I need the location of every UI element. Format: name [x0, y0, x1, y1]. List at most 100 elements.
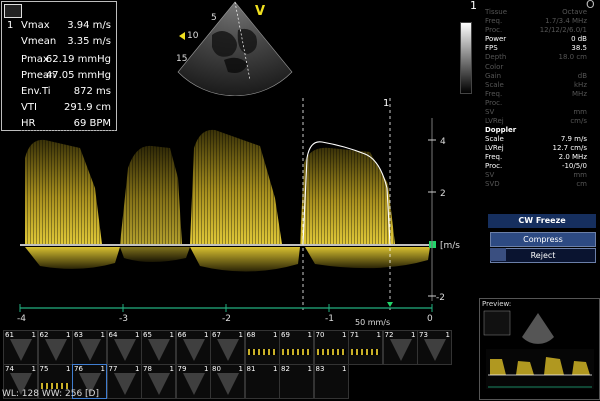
- thumbnail-71[interactable]: 71 1: [348, 330, 383, 365]
- thumbnail-frame-count: 1: [135, 365, 140, 373]
- param-label: LVRej: [485, 117, 504, 125]
- time-label: -1: [325, 314, 334, 324]
- thumbnail-number: 74: [5, 365, 14, 373]
- thumbnail-62[interactable]: 62 1: [37, 330, 73, 365]
- measurement-value: 3.35 m/s: [67, 36, 111, 47]
- doppler-section-title: Doppler: [485, 126, 517, 134]
- param-row: Proc. 12/12/2/6.0/1: [465, 26, 593, 35]
- param-label: Tissue: [485, 8, 508, 16]
- measurement-row: Pmean 47.05 mmHg: [7, 69, 115, 83]
- thumbnail-82[interactable]: 82 1: [279, 364, 314, 399]
- thumbnail-number: 69: [281, 331, 290, 339]
- thumbnail-number: 67: [212, 331, 221, 339]
- depth-scale-10: 10: [187, 31, 199, 41]
- measurement-row: Pmax 62.19 mmHg: [7, 53, 115, 67]
- thumbnail-73[interactable]: 73 1: [417, 330, 452, 365]
- sweep-speed: 50 mm/s: [355, 318, 390, 326]
- thumbnail-frame-count: 1: [238, 331, 243, 339]
- mode-marker: V: [255, 4, 266, 19]
- param-label: Depth: [485, 53, 507, 61]
- doppler-thumb-icon: [316, 349, 346, 355]
- thumbnail-81[interactable]: 81 1: [244, 364, 280, 399]
- time-label: 0: [427, 314, 433, 324]
- compress-button[interactable]: Compress: [490, 232, 596, 247]
- thumbnail-83[interactable]: 83 1: [313, 364, 349, 399]
- thumbnail-64[interactable]: 64 1: [106, 330, 142, 365]
- param-value: Octave: [562, 8, 587, 16]
- parameter-panel: 1 O Tissue Octave Freq. 1.7/3.4 MHz Proc. 1…: [460, 0, 600, 215]
- echo-thumb-icon: [10, 339, 32, 361]
- time-label: -4: [17, 314, 26, 324]
- thumbnail-70[interactable]: 70 1: [313, 330, 349, 365]
- thumbnail-61[interactable]: 61 1: [3, 330, 38, 365]
- thumbnail-number: 71: [350, 331, 359, 339]
- measurement-value: 62.19 mmHg: [45, 54, 111, 65]
- thumbnail-frame-count: 1: [411, 331, 416, 339]
- param-label: Power: [485, 35, 507, 43]
- thumbnail-number: 73: [419, 331, 428, 339]
- time-label: -3: [119, 314, 128, 324]
- param-row: Scale 7.9 m/s: [465, 135, 593, 144]
- time-cursor-icon: [387, 302, 393, 307]
- thumbnail-frame-count: 1: [169, 365, 174, 373]
- thumbnail-number: 82: [281, 365, 290, 373]
- thumbnail-number: 68: [246, 331, 256, 339]
- time-label: -2: [222, 314, 231, 324]
- param-row: Gain dB: [465, 72, 593, 81]
- thumbnail-number: 65: [143, 331, 152, 339]
- thumbnail-number: 75: [39, 365, 49, 373]
- param-row: SVD cm: [465, 180, 593, 189]
- thumbnail-frame-count: 1: [238, 365, 243, 373]
- echo-thumb-icon: [79, 339, 101, 361]
- thumbnail-number: 70: [315, 331, 325, 339]
- thumbnail-number: 66: [177, 331, 187, 339]
- param-label: Freq.: [485, 17, 503, 25]
- thumbnail-number: 81: [246, 365, 256, 373]
- param-value: kHz: [574, 81, 587, 89]
- doppler-spectrum: 4 2 -2 [m/s] 1 -4 -3 -2 -1 0 50 mm/s: [0, 88, 460, 326]
- caliper-label: 1: [383, 98, 389, 109]
- depth-scale-5: 5: [211, 13, 217, 23]
- reject-indicator: [490, 248, 506, 261]
- tick-label-neg2: -2: [436, 293, 445, 303]
- param-value: 1.7/3.4 MHz: [545, 17, 587, 25]
- thumbnail-72[interactable]: 72 1: [382, 330, 418, 365]
- param-label: Proc.: [485, 26, 503, 34]
- preview-image: [483, 310, 594, 389]
- reverse-flow: [25, 247, 430, 272]
- measurement-label: Vmax: [21, 20, 50, 31]
- param-row: Freq. 2.0 MHz: [465, 153, 593, 162]
- thumbnail-80[interactable]: 80 1: [210, 364, 245, 399]
- thumbnail-78[interactable]: 78 1: [141, 364, 176, 399]
- thumbnail-69[interactable]: 69 1: [279, 330, 314, 365]
- thumbnail-frame-count: 1: [204, 365, 209, 373]
- param-value: mm: [573, 108, 587, 116]
- thumbnail-68[interactable]: 68 1: [244, 330, 280, 365]
- tick-label-4: 4: [440, 137, 446, 147]
- thumbnail-number: 72: [384, 331, 394, 339]
- thumbnail-63[interactable]: 63 1: [72, 330, 107, 365]
- param-row: Depth 18.0 cm: [465, 53, 593, 62]
- param-value: dB: [577, 72, 587, 80]
- param-value: -10/5/0: [561, 162, 587, 170]
- thumbnail-65[interactable]: 65 1: [141, 330, 176, 365]
- param-row: Freq. 1.7/3.4 MHz: [465, 17, 593, 26]
- thumbnail-77[interactable]: 77 1: [106, 364, 142, 399]
- param-label: Scale: [485, 135, 504, 143]
- param-label: SV: [485, 171, 495, 179]
- param-label: Gain: [485, 72, 502, 80]
- param-value: 7.9 m/s: [560, 135, 587, 143]
- thumbnail-67[interactable]: 67 1: [210, 330, 245, 365]
- param-row: SV mm: [465, 108, 593, 117]
- param-value: 12/12/2/6.0/1: [539, 26, 587, 34]
- echo-thumb-icon: [389, 339, 412, 361]
- param-row: Proc. -10/5/0: [465, 162, 593, 171]
- thumbnail-79[interactable]: 79 1: [175, 364, 211, 399]
- thumbnail-number: 77: [108, 365, 118, 373]
- echo-thumb-icon: [217, 339, 239, 361]
- thumbnail-66[interactable]: 66 1: [175, 330, 211, 365]
- echo-thumb-icon: [44, 339, 67, 361]
- preview-panel[interactable]: Preview:: [479, 298, 600, 400]
- param-row: Proc.: [465, 99, 593, 108]
- measurement-value: 3.94 m/s: [67, 20, 111, 31]
